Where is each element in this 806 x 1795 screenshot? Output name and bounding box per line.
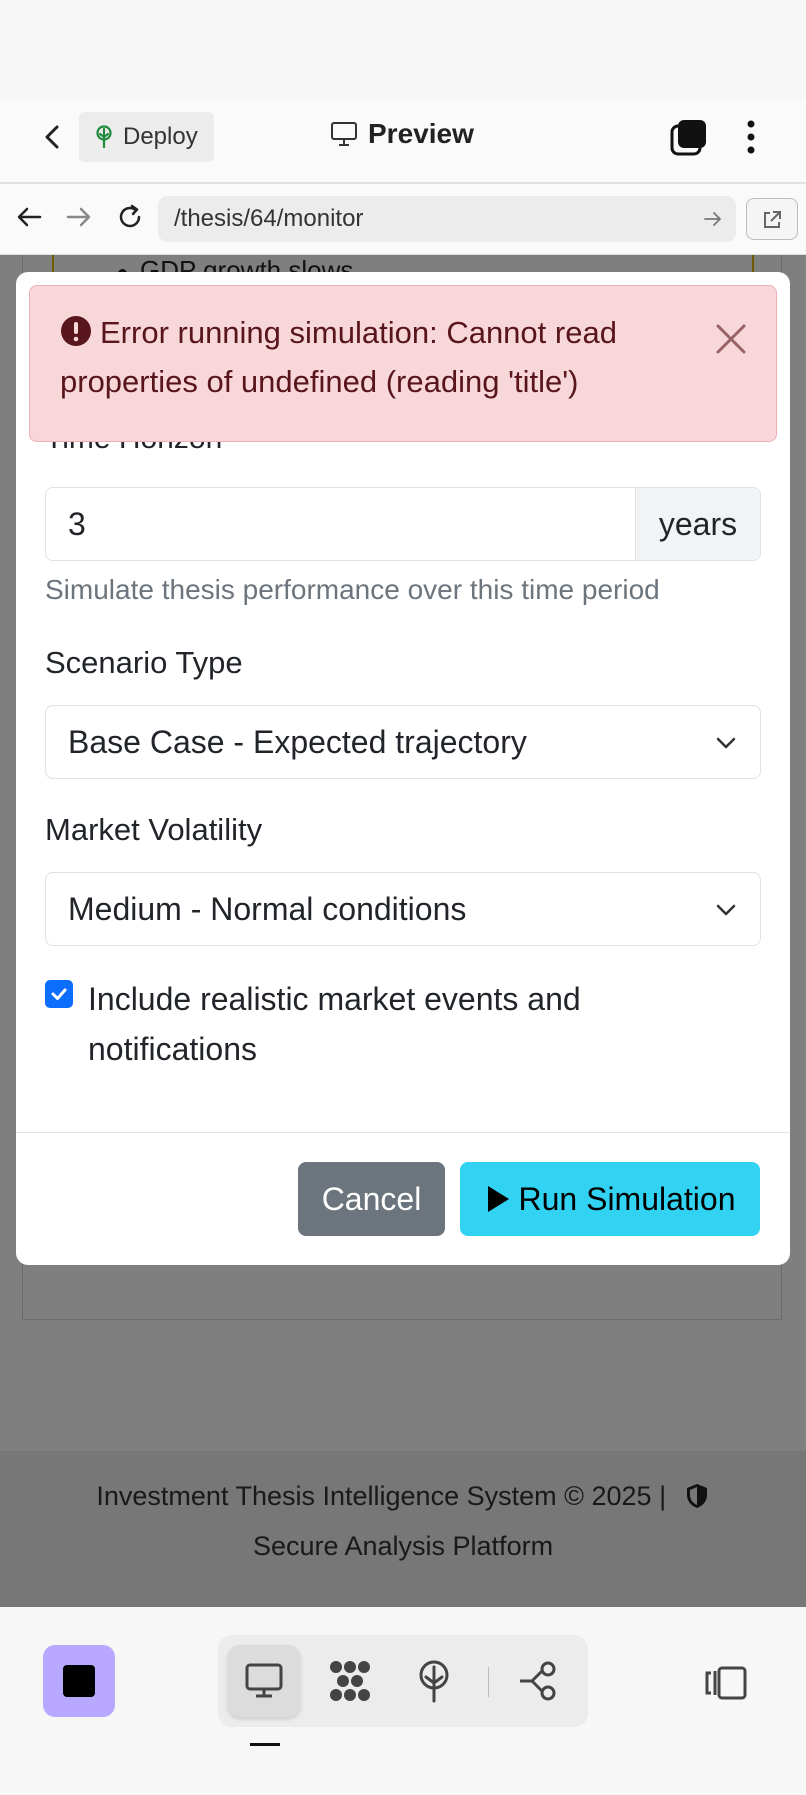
monitor-icon bbox=[331, 122, 357, 146]
run-simulation-button[interactable]: Run Simulation bbox=[460, 1162, 760, 1236]
alert-message: Error running simulation: Cannot read pr… bbox=[60, 315, 617, 399]
deploy-view-button[interactable] bbox=[398, 1645, 470, 1717]
preview-title[interactable]: Preview bbox=[330, 118, 474, 150]
exclamation-circle-icon bbox=[61, 316, 91, 346]
share-nodes-icon bbox=[520, 1661, 556, 1701]
url-text: /thesis/64/monitor bbox=[174, 205, 364, 232]
dock-divider bbox=[488, 1667, 489, 1697]
deploy-button[interactable]: Deploy bbox=[79, 112, 214, 162]
scenario-type-label: Scenario Type bbox=[45, 645, 243, 680]
time-horizon-input-group: years bbox=[45, 487, 761, 561]
chevron-down-icon bbox=[716, 737, 736, 749]
close-icon[interactable] bbox=[714, 322, 748, 356]
desktop-view-button[interactable] bbox=[228, 1645, 300, 1717]
tree-icon bbox=[96, 125, 112, 149]
scenario-type-value: Base Case - Expected trajectory bbox=[68, 723, 527, 760]
external-link-icon bbox=[764, 211, 781, 228]
time-horizon-input[interactable] bbox=[46, 488, 635, 560]
sidebar-toggle-icon[interactable] bbox=[705, 1665, 749, 1701]
preview-label: Preview bbox=[368, 118, 474, 149]
connections-view-button[interactable] bbox=[502, 1645, 574, 1717]
stop-icon bbox=[63, 1665, 95, 1697]
chevron-left-icon[interactable] bbox=[38, 122, 68, 152]
market-events-label[interactable]: Include realistic market events and noti… bbox=[88, 974, 708, 1074]
simulation-modal: Time Horizon Error running simulation: C… bbox=[16, 272, 790, 1265]
app-launcher-button[interactable] bbox=[43, 1645, 115, 1717]
time-horizon-unit: years bbox=[635, 488, 760, 560]
active-view-indicator bbox=[250, 1743, 280, 1746]
open-external-button[interactable] bbox=[746, 198, 798, 240]
address-bar: /thesis/64/monitor bbox=[0, 184, 806, 255]
market-volatility-select[interactable]: Medium - Normal conditions bbox=[45, 872, 761, 946]
market-events-checkbox[interactable] bbox=[45, 980, 73, 1008]
market-volatility-value: Medium - Normal conditions bbox=[68, 890, 467, 927]
error-alert: Error running simulation: Cannot read pr… bbox=[29, 285, 777, 442]
url-field[interactable]: /thesis/64/monitor bbox=[158, 196, 736, 242]
cancel-button[interactable]: Cancel bbox=[298, 1162, 445, 1236]
run-simulation-label: Run Simulation bbox=[518, 1180, 736, 1217]
deploy-label: Deploy bbox=[123, 123, 198, 150]
network-view-button[interactable] bbox=[314, 1645, 386, 1717]
chevron-down-icon bbox=[716, 904, 736, 916]
arrow-left-icon[interactable] bbox=[14, 202, 44, 232]
view-switcher bbox=[218, 1635, 588, 1727]
checkmark-icon bbox=[51, 988, 67, 1000]
tree-icon bbox=[419, 1660, 449, 1703]
monitor-icon bbox=[245, 1663, 283, 1698]
scenario-type-select[interactable]: Base Case - Expected trajectory bbox=[45, 705, 761, 779]
bottom-dock bbox=[0, 1607, 806, 1795]
market-volatility-label: Market Volatility bbox=[45, 812, 263, 847]
app-top-bar: Deploy Preview bbox=[0, 100, 806, 184]
tabs-icon[interactable] bbox=[670, 118, 708, 156]
modal-footer: Cancel Run Simulation bbox=[16, 1132, 790, 1265]
network-icon bbox=[330, 1661, 370, 1701]
kebab-menu-icon[interactable] bbox=[738, 118, 764, 156]
arrow-right-icon[interactable] bbox=[64, 202, 94, 232]
reload-icon[interactable] bbox=[115, 202, 145, 232]
play-icon bbox=[487, 1186, 509, 1212]
go-arrow-icon[interactable] bbox=[702, 208, 724, 230]
time-horizon-help: Simulate thesis performance over this ti… bbox=[45, 574, 660, 605]
